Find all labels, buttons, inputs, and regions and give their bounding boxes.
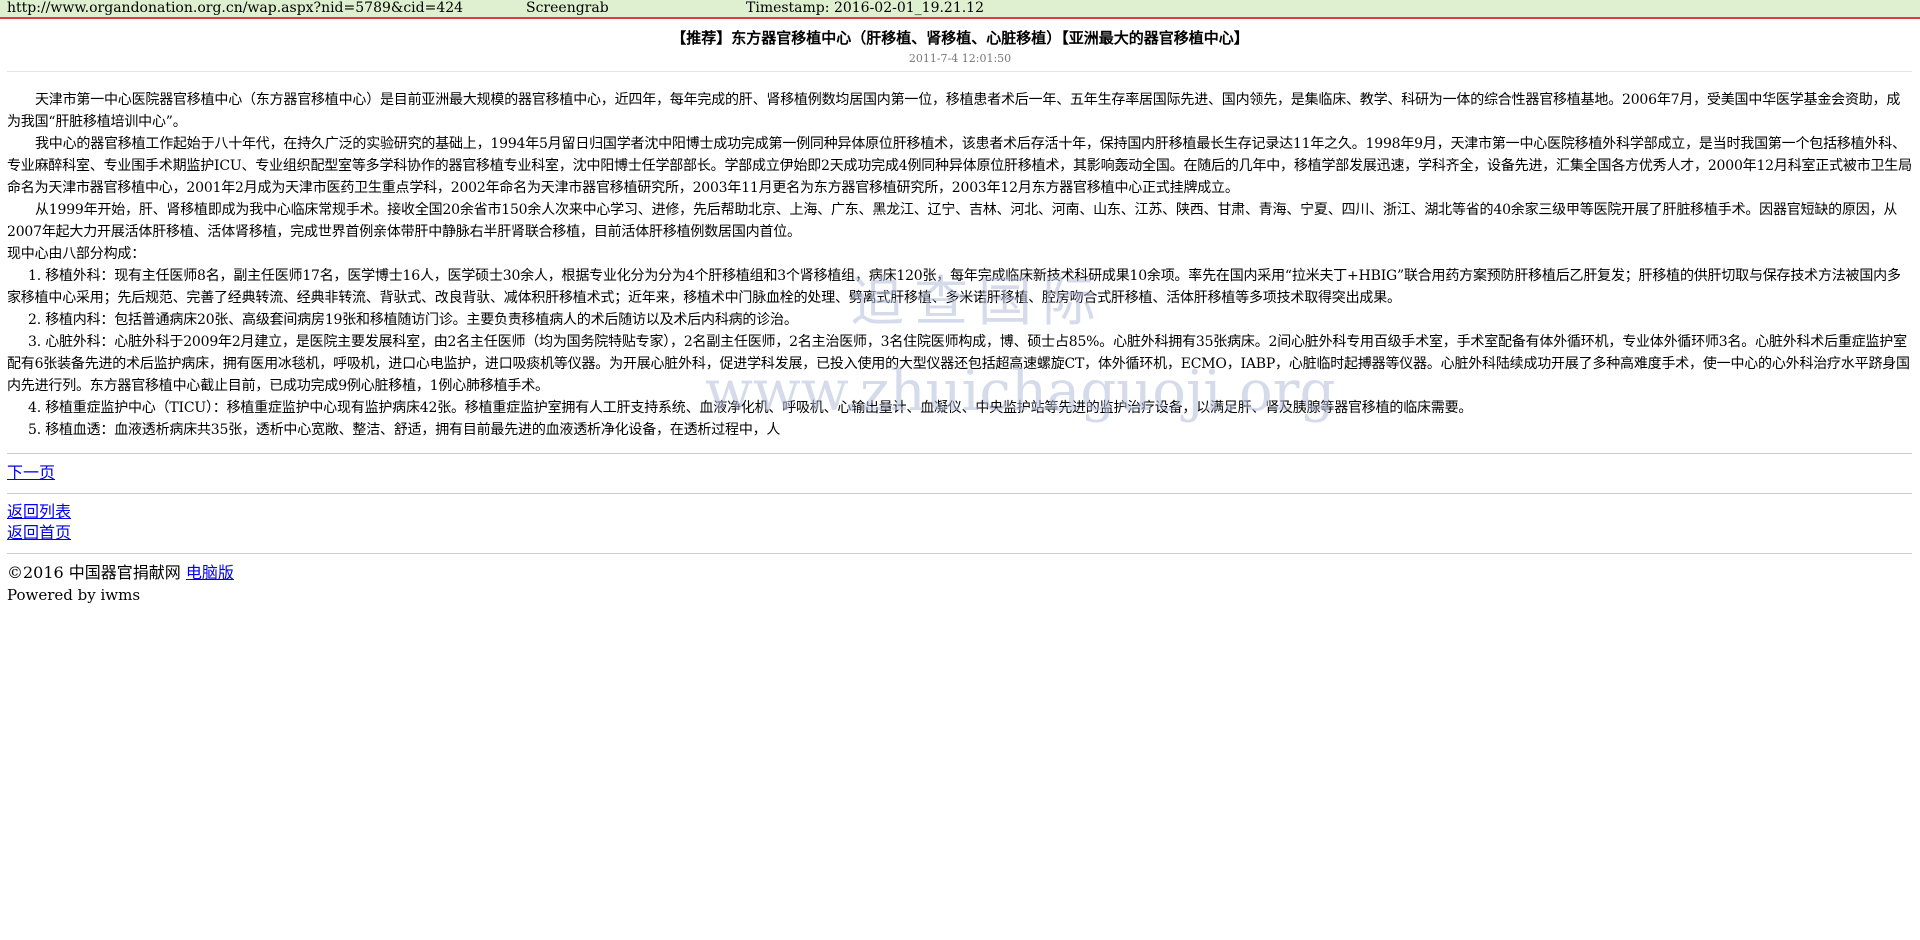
copyright-text: ©2016 中国器官捐献网 [7,563,186,582]
article-body: 天津市第一中心医院器官移植中心（东方器官移植中心）是目前亚洲最大规模的器官移植中… [7,89,1913,441]
list-item: 3. 心脏外科：心脏外科于2009年2月建立，是医院主要发展科室，由2名主任医师… [7,334,1910,394]
list-item: 1. 移植外科：现有主任医师8名，副主任医师17名，医学博士16人，医学硕士30… [7,268,1901,306]
list-item: 2. 移植内科：包括普通病床20张、高级套间病房19张和移植随访门诊。主要负责移… [28,312,798,328]
grab-timestamp-text: Timestamp: 2016-02-01_19.21.12 [746,0,984,16]
divider [7,493,1912,494]
list-item: 5. 移植血透：血液透析病床共35张，透析中心宽敞、整洁、舒适，拥有目前最先进的… [28,422,781,438]
article-date: 2011-7-4 12:01:50 [908,52,1012,65]
divider [7,553,1912,554]
list-item: 4. 移植重症监护中心（TICU）：移植重症监护中心现有监护病床42张。移植重症… [28,400,1473,416]
grab-url-text: http://www.organdonation.org.cn/wap.aspx… [7,0,464,16]
divider [7,453,1912,454]
title-divider [7,71,1912,72]
article-paragraph: 我中心的器官移植工作起始于八十年代，在持久广泛的实验研究的基础上，1994年5月… [7,136,1912,196]
page: http://www.organdonation.org.cn/wap.aspx… [0,0,1920,940]
desktop-version-link[interactable]: 电脑版 [186,563,234,582]
powered-by-text: Powered by iwms [7,586,141,604]
article-title: 【推荐】东方器官移植中心（肝移植、肾移植、心脏移植）【亚洲最大的器官移植中心】 [671,29,1249,47]
back-to-home-link[interactable]: 返回首页 [7,523,71,543]
grab-label-text: Screengrab [526,0,609,16]
article-paragraph: 天津市第一中心医院器官移植中心（东方器官移植中心）是目前亚洲最大规模的器官移植中… [7,92,1901,130]
back-to-list-link[interactable]: 返回列表 [7,502,71,522]
next-page-link[interactable]: 下一页 [7,463,55,483]
article-paragraph: 从1999年开始，肝、肾移植即成为我中心临床常规手术。接收全国20余省市150余… [7,202,1898,240]
section-intro: 现中心由八部分构成： [7,246,145,262]
screengrab-info-bar: http://www.organdonation.org.cn/wap.aspx… [0,0,1920,19]
footer-copyright: ©2016 中国器官捐献网 电脑版 [7,563,234,583]
